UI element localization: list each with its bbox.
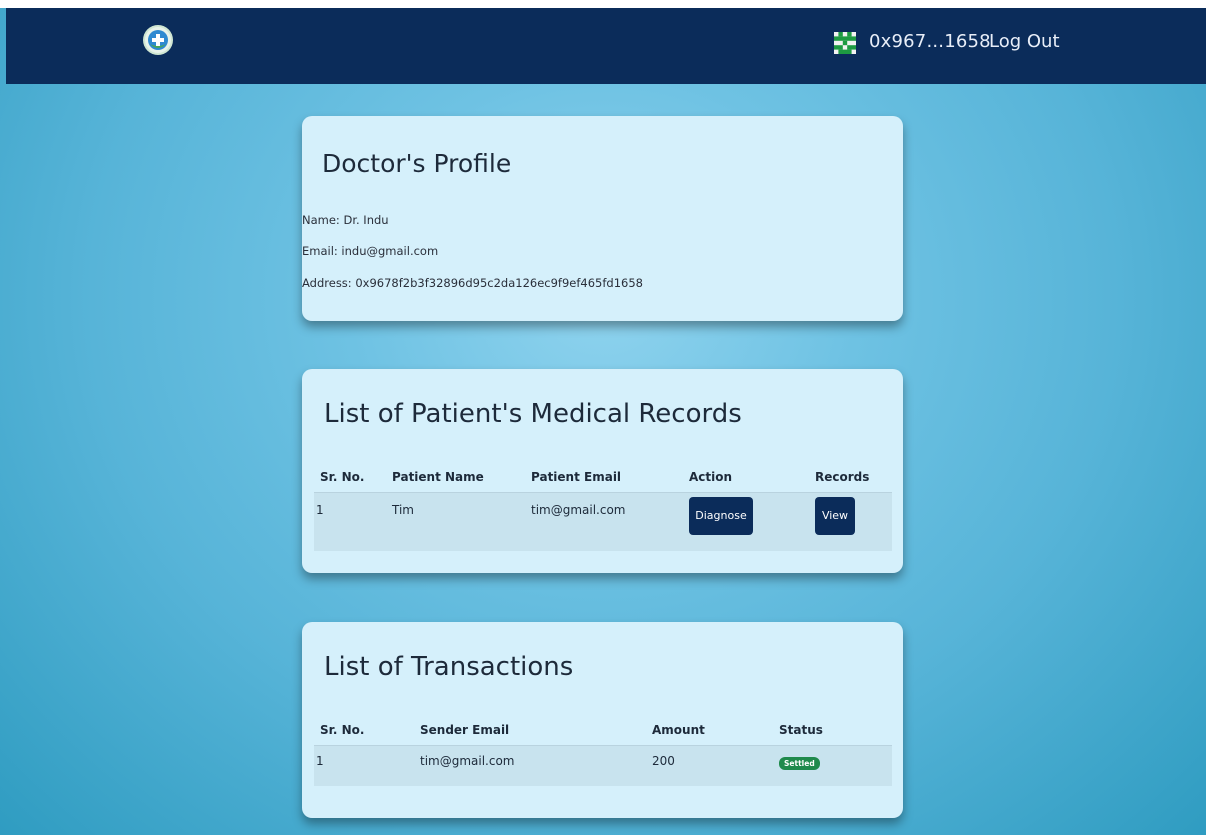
txn-cell-amount: 200 (652, 745, 779, 786)
transactions-card: List of Transactions Sr. No. Sender Emai… (302, 622, 903, 818)
txn-header-sender: Sender Email (420, 714, 652, 746)
profile-address: Address: 0x9678f2b3f32896d95c2da126ec9f9… (302, 276, 643, 290)
records-header-name: Patient Name (392, 461, 531, 493)
page-background: 0x967...1658 Log Out Doctor's Profile Na… (0, 8, 1206, 835)
logout-link[interactable]: Log Out (989, 31, 1060, 52)
txn-cell-sr: 1 (314, 745, 420, 786)
top-navbar: 0x967...1658 Log Out (6, 8, 1206, 84)
records-title: List of Patient's Medical Records (324, 399, 742, 429)
app-logo-icon[interactable] (145, 27, 171, 53)
records-table: Sr. No. Patient Name Patient Email Actio… (314, 461, 892, 551)
records-header-email: Patient Email (531, 461, 689, 493)
wallet-address: 0x967...1658 (869, 31, 991, 52)
view-records-button[interactable]: View (815, 497, 855, 535)
transactions-title: List of Transactions (324, 652, 574, 682)
records-cell-email: tim@gmail.com (531, 492, 689, 551)
diagnose-button[interactable]: Diagnose (689, 497, 753, 535)
txn-header-sr: Sr. No. (314, 714, 420, 746)
txn-header-status: Status (779, 714, 892, 746)
identicon-avatar-icon (834, 32, 856, 54)
transactions-table: Sr. No. Sender Email Amount Status 1 tim… (314, 714, 892, 786)
profile-name: Name: Dr. Indu (302, 213, 389, 227)
txn-header-amount: Amount (652, 714, 779, 746)
records-cell-name: Tim (392, 492, 531, 551)
doctor-profile-card: Doctor's Profile Name: Dr. Indu Email: i… (302, 116, 903, 321)
status-badge: Settled (779, 757, 820, 770)
txn-cell-sender: tim@gmail.com (420, 745, 652, 786)
records-cell-sr: 1 (314, 492, 392, 551)
profile-title: Doctor's Profile (322, 149, 512, 178)
records-header-sr: Sr. No. (314, 461, 392, 493)
profile-email: Email: indu@gmail.com (302, 244, 439, 258)
medical-records-card: List of Patient's Medical Records Sr. No… (302, 369, 903, 573)
records-header-records: Records (815, 461, 892, 493)
table-row: 1 Tim tim@gmail.com Diagnose View (314, 492, 892, 551)
table-row: 1 tim@gmail.com 200 Settled (314, 745, 892, 786)
records-header-action: Action (689, 461, 815, 493)
